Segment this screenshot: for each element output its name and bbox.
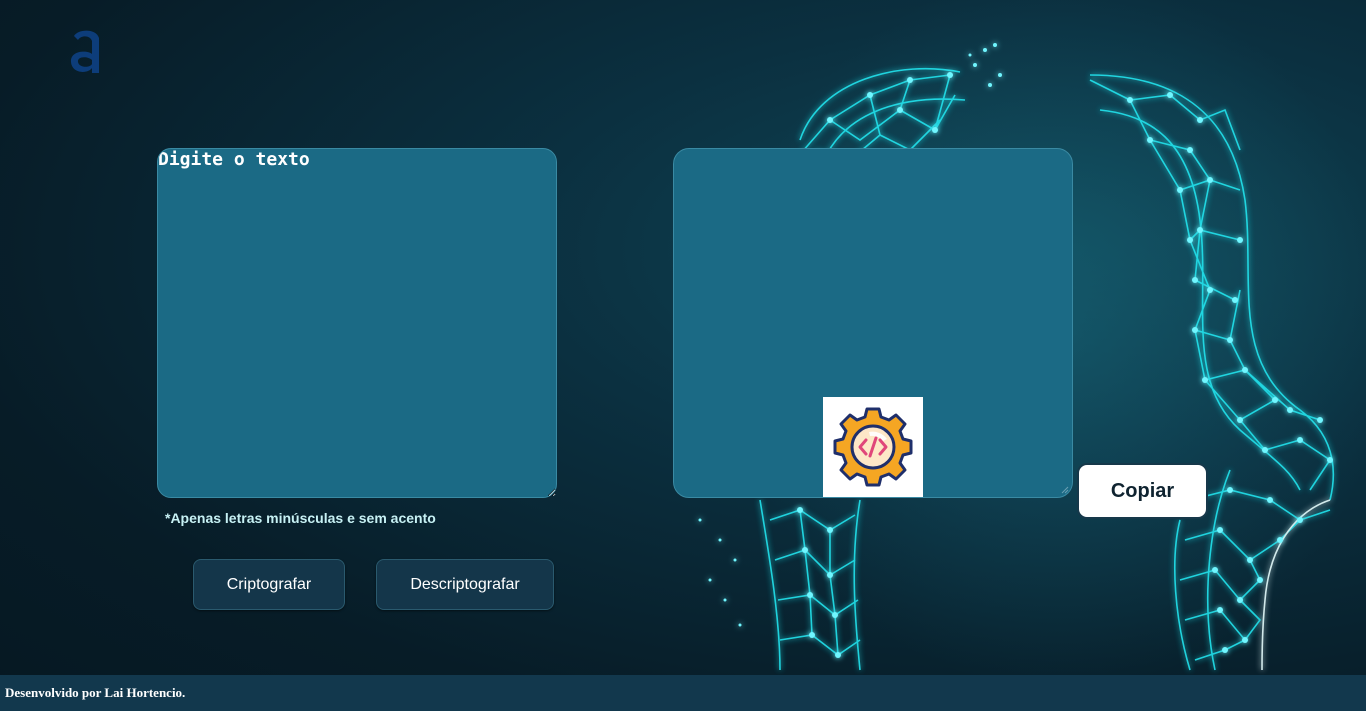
code-gear-icon [833, 407, 913, 487]
encrypt-button[interactable]: Criptografar [193, 559, 345, 610]
footer-credit-text: Desenvolvido por Lai Hortencio. [5, 685, 186, 700]
alura-a-logo-icon [70, 30, 99, 73]
copy-button[interactable]: Copiar [1077, 463, 1208, 519]
resize-grip-icon[interactable] [1061, 486, 1069, 494]
input-hint-text: *Apenas letras minúsculas e sem acento [165, 510, 436, 526]
input-textarea[interactable] [157, 148, 557, 498]
code-gear-image [823, 397, 923, 497]
decrypt-button[interactable]: Descriptografar [376, 559, 554, 610]
footer: Desenvolvido por Lai Hortencio. [0, 675, 1366, 711]
